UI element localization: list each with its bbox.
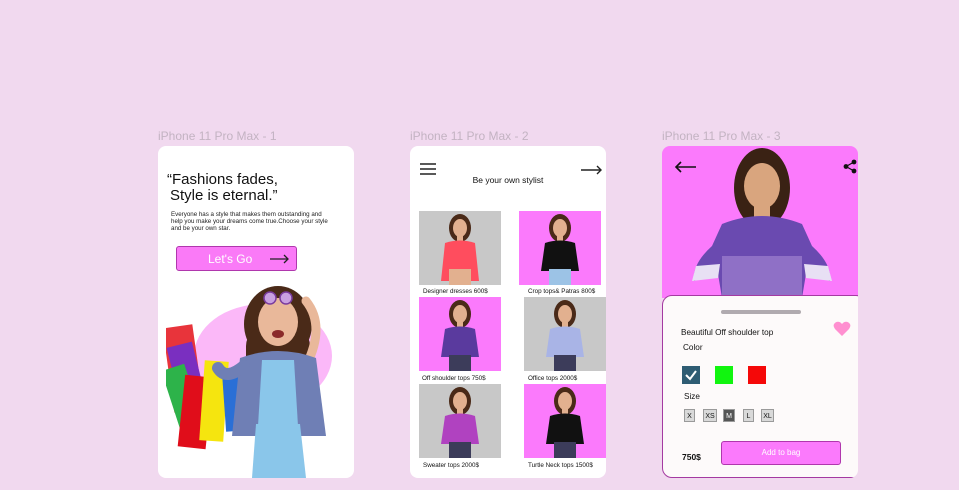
size-option-x[interactable]: X (684, 409, 695, 422)
sheet-grabber[interactable] (721, 310, 801, 314)
lets-go-label: Let's Go (208, 252, 253, 266)
product-price: 750$ (682, 452, 701, 462)
product-photo (441, 214, 479, 285)
lets-go-button[interactable]: Let's Go (176, 246, 297, 271)
product-tile[interactable] (524, 297, 606, 371)
catalog-title: Be your own stylist (472, 175, 544, 185)
hamburger-menu-icon[interactable] (420, 163, 436, 175)
checkmark-icon (685, 370, 697, 381)
shopping-woman-illustration (166, 286, 326, 478)
color-label: Color (683, 343, 703, 352)
size-option-xl[interactable]: XL (761, 409, 774, 422)
product-photo (546, 300, 584, 371)
product-photo (441, 387, 479, 458)
color-swatch-teal[interactable] (682, 366, 700, 384)
quote-line-2: Style is eternal.” (170, 187, 278, 204)
product-tile[interactable] (419, 297, 501, 371)
product-tile[interactable] (524, 384, 606, 458)
frame-label-3: iPhone 11 Pro Max - 3 (662, 129, 781, 143)
share-icon[interactable] (843, 159, 857, 174)
color-swatch-green[interactable] (715, 366, 733, 384)
frame-label-1: iPhone 11 Pro Max - 1 (158, 129, 277, 143)
arrow-right-icon (270, 254, 289, 264)
product-title: Beautiful Off shoulder top (681, 328, 774, 337)
product-image (662, 146, 858, 298)
add-to-bag-button[interactable]: Add to bag (721, 441, 841, 465)
product-caption: Off shoulder tops 750$ (422, 375, 486, 382)
product-caption: Designer dresses 600$ (423, 288, 488, 295)
color-swatch-red[interactable] (748, 366, 766, 384)
product-photo (546, 387, 584, 458)
product-caption: Turtle Neck tops 1500$ (528, 462, 593, 469)
size-option-l[interactable]: L (743, 409, 754, 422)
quote-line-1: “Fashions fades, (167, 171, 278, 188)
product-photo (541, 214, 579, 285)
welcome-screen: “Fashions fades, Style is eternal.” Ever… (158, 146, 354, 478)
arrow-left-icon[interactable] (674, 161, 696, 173)
heart-icon[interactable] (833, 321, 851, 337)
arrow-right-icon[interactable] (581, 165, 603, 175)
tagline-quote: “Fashions fades, Style is eternal.” (167, 172, 278, 204)
intro-description: Everyone has a style that makes them out… (171, 211, 328, 232)
product-detail-screen: Beautiful Off shoulder top Color Size X … (662, 146, 858, 478)
product-detail-sheet: Beautiful Off shoulder top Color Size X … (662, 295, 858, 478)
product-tile[interactable] (519, 211, 601, 285)
size-label: Size (684, 392, 700, 401)
catalog-screen: Be your own stylist Designer dresses 600… (410, 146, 606, 478)
product-tile[interactable] (419, 211, 501, 285)
product-caption: Crop tops& Patras 800$ (528, 288, 596, 295)
product-caption: Office tops 2000$ (528, 375, 578, 382)
product-caption: Sweater tops 2000$ (423, 462, 480, 469)
product-photo (441, 300, 479, 371)
size-option-xs[interactable]: XS (703, 409, 717, 422)
product-tile[interactable] (419, 384, 501, 458)
size-option-m[interactable]: M (723, 409, 735, 422)
frame-label-2: iPhone 11 Pro Max - 2 (410, 129, 529, 143)
